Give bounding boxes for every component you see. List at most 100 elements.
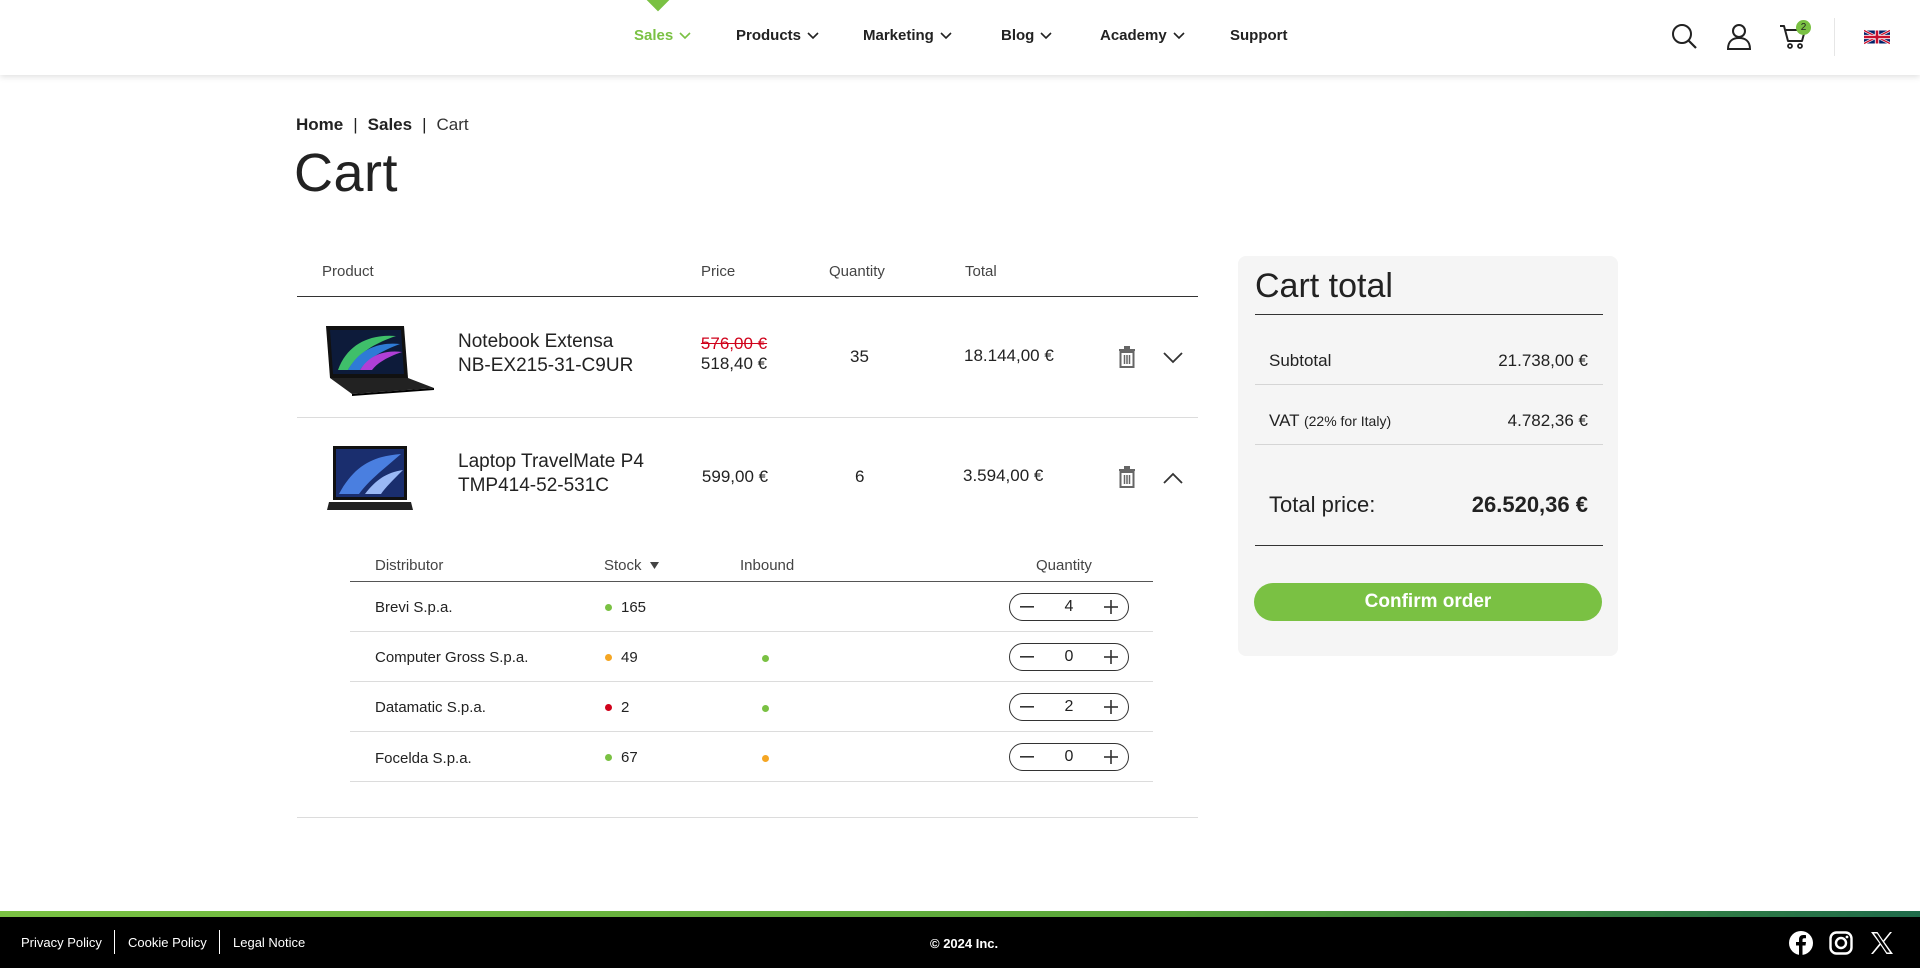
dist-header-divider xyxy=(350,581,1153,582)
cookie-policy-link[interactable]: Cookie Policy xyxy=(128,935,207,950)
row-divider xyxy=(350,781,1153,782)
x-icon[interactable] xyxy=(1870,931,1894,955)
stock-status-dot xyxy=(605,754,612,761)
inbound-status-dot xyxy=(762,655,769,662)
chevron-down-icon xyxy=(679,31,691,39)
col-header-total: Total xyxy=(965,263,997,280)
plus-icon[interactable] xyxy=(1104,750,1118,764)
trash-icon[interactable] xyxy=(1117,466,1137,488)
plus-icon[interactable] xyxy=(1104,600,1118,614)
dist-header-label: Stock xyxy=(604,557,642,574)
row-divider xyxy=(350,681,1153,682)
chevron-down-icon xyxy=(807,31,819,39)
subtotal-value: 21.738,00 € xyxy=(1498,351,1588,370)
breadcrumb-home[interactable]: Home xyxy=(296,115,343,135)
stock-value: 165 xyxy=(621,599,647,616)
nav-item-marketing[interactable]: Marketing xyxy=(863,27,952,44)
main-nav: Sales Products Marketing Blog Academy Su… xyxy=(0,0,1920,72)
distributor-name: Focelda S.p.a. xyxy=(375,750,472,767)
distributor-stock: 165 xyxy=(605,599,646,616)
stock-value: 67 xyxy=(621,749,638,766)
product-image-notebook-extensa[interactable] xyxy=(318,322,436,396)
panel-divider xyxy=(1255,444,1603,445)
nav-item-label: Sales xyxy=(634,27,674,44)
footer-divider xyxy=(219,930,220,954)
inbound-status-dot xyxy=(762,755,769,762)
plus-icon[interactable] xyxy=(1104,700,1118,714)
breadcrumb-current: Cart xyxy=(436,115,469,134)
quantity-input[interactable] xyxy=(1049,748,1089,766)
quantity-stepper xyxy=(1009,743,1129,771)
product-name[interactable]: Notebook Extensa NB-EX215-31-C9UR xyxy=(458,330,633,378)
copyright-text: © 2024 Inc. xyxy=(930,936,999,951)
panel-title-divider xyxy=(1255,314,1603,315)
col-header-product: Product xyxy=(322,263,374,280)
vat-note: (22% for Italy) xyxy=(1303,413,1392,429)
inbound-status-dot xyxy=(762,705,769,712)
breadcrumb-separator: | xyxy=(353,115,358,134)
cart-count-badge: 2 xyxy=(1796,20,1811,35)
quantity-input[interactable] xyxy=(1049,598,1089,616)
quantity-stepper xyxy=(1009,593,1129,621)
nav-item-blog[interactable]: Blog xyxy=(1001,27,1052,44)
product-name-line: Laptop TravelMate P4 xyxy=(458,451,644,472)
plus-icon[interactable] xyxy=(1104,650,1118,664)
old-price: 576,00 € xyxy=(700,334,768,353)
dist-header-label: Quantity xyxy=(1036,557,1092,574)
nav-item-support[interactable]: Support xyxy=(1230,27,1288,44)
col-header-price: Price xyxy=(701,263,736,280)
product-name-line: Notebook Extensa xyxy=(458,331,614,352)
total-price-value: 26.520,36 € xyxy=(1471,492,1588,517)
panel-total-divider xyxy=(1255,545,1603,546)
breadcrumb-separator: | xyxy=(422,115,427,134)
minus-icon[interactable] xyxy=(1020,650,1034,664)
product-price: 576,00 € 518,40 € xyxy=(697,334,771,374)
distributor-name: Datamatic S.p.a. xyxy=(375,699,486,716)
distributor-stock: 49 xyxy=(605,649,638,666)
nav-item-products[interactable]: Products xyxy=(736,27,819,44)
dist-header-label: Distributor xyxy=(375,557,444,574)
instagram-icon[interactable] xyxy=(1829,931,1853,955)
quantity-input[interactable] xyxy=(1049,698,1089,716)
user-icon[interactable] xyxy=(1725,22,1753,50)
minus-icon[interactable] xyxy=(1020,700,1034,714)
confirm-order-button[interactable]: Confirm order xyxy=(1254,583,1602,621)
subtotal-label: Subtotal xyxy=(1269,351,1332,370)
search-icon[interactable] xyxy=(1670,22,1698,50)
product-price: 599,00 € xyxy=(701,467,769,486)
product-image-travelmate-p4[interactable] xyxy=(325,444,415,514)
nav-item-sales[interactable]: Sales xyxy=(634,27,691,44)
table-header-divider xyxy=(297,296,1198,297)
table-bottom-divider xyxy=(297,817,1198,818)
legal-notice-link[interactable]: Legal Notice xyxy=(233,935,305,950)
chevron-down-icon xyxy=(940,31,952,39)
minus-icon[interactable] xyxy=(1020,750,1034,764)
dist-header-inbound: Inbound xyxy=(740,557,794,574)
facebook-icon[interactable] xyxy=(1789,931,1813,955)
panel-divider xyxy=(1255,384,1603,385)
nav-item-label: Products xyxy=(736,27,802,44)
stock-status-dot xyxy=(605,704,612,711)
quantity-input[interactable] xyxy=(1049,648,1089,666)
col-header-quantity: Quantity xyxy=(829,263,885,280)
row-divider xyxy=(350,631,1153,632)
dist-header-stock[interactable]: Stock xyxy=(604,557,659,574)
minus-icon[interactable] xyxy=(1020,600,1034,614)
header-divider xyxy=(1834,18,1835,56)
site-header: Sales Products Marketing Blog Academy Su… xyxy=(0,0,1920,75)
product-quantity: 6 xyxy=(855,467,865,486)
chevron-down-icon xyxy=(1173,31,1185,39)
privacy-policy-link[interactable]: Privacy Policy xyxy=(21,935,102,950)
breadcrumb-sales[interactable]: Sales xyxy=(368,115,412,135)
product-name[interactable]: Laptop TravelMate P4 TMP414-52-531C xyxy=(458,450,644,498)
breadcrumb: Home | Sales | Cart xyxy=(296,115,469,135)
chevron-up-icon[interactable] xyxy=(1162,471,1184,485)
product-total: 18.144,00 € xyxy=(964,346,1054,365)
nav-item-academy[interactable]: Academy xyxy=(1100,27,1185,44)
uk-flag-icon[interactable] xyxy=(1864,28,1890,46)
chevron-down-icon xyxy=(1040,31,1052,39)
trash-icon[interactable] xyxy=(1117,346,1137,368)
chevron-down-icon[interactable] xyxy=(1162,351,1184,365)
stock-value: 49 xyxy=(621,649,638,666)
row-divider xyxy=(297,417,1198,418)
